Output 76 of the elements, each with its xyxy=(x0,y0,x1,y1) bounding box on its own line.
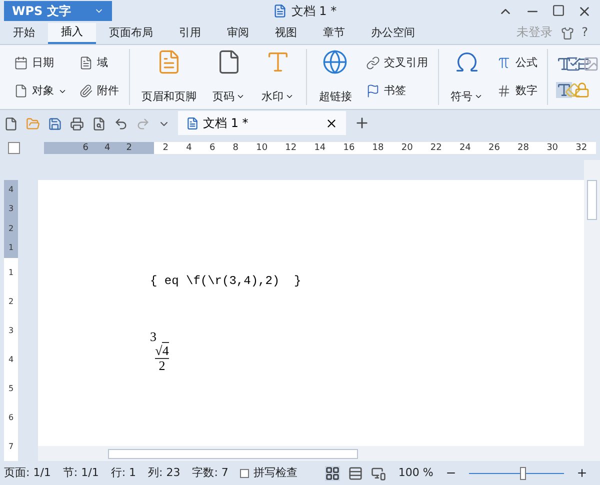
eraser-icon[interactable] xyxy=(564,82,581,98)
status-text: 字数: 7 xyxy=(192,464,228,481)
list-icon[interactable] xyxy=(574,56,590,72)
text-box-icon[interactable] xyxy=(556,56,572,72)
ribbon-button[interactable]: 书签 xyxy=(364,82,430,100)
print-preview-icon[interactable] xyxy=(92,117,106,131)
vertical-scrollbar[interactable] xyxy=(584,160,600,461)
menu-tab[interactable]: 视图 xyxy=(262,23,310,44)
ribbon-button[interactable]: 交叉引用 xyxy=(364,54,430,72)
button-label: 页码 xyxy=(212,88,246,105)
slider-thumb[interactable] xyxy=(520,466,526,480)
picture-icon[interactable] xyxy=(582,56,599,72)
status-text: 页面: 1/1 xyxy=(4,464,51,481)
menu-tab[interactable]: 页面布局 xyxy=(96,23,166,44)
ribbon-button[interactable]: 附件 xyxy=(77,82,121,100)
window-title: 文档 1 * xyxy=(291,3,337,20)
undo-icon[interactable] xyxy=(114,117,128,131)
close-icon[interactable] xyxy=(325,116,338,130)
zoom-in-icon[interactable] xyxy=(576,467,588,479)
ribbon-button[interactable]: 超链接 xyxy=(314,45,356,109)
ribbon-button[interactable]: 公式 xyxy=(495,54,540,72)
document-tab[interactable]: 文档 1 * xyxy=(178,111,346,135)
button-label: 水印 xyxy=(261,88,294,105)
file-icon xyxy=(14,84,28,98)
view-mode-icon[interactable] xyxy=(348,466,364,480)
ribbon-button[interactable]: 数字 xyxy=(495,82,540,100)
document-icon xyxy=(79,56,93,70)
status-text: 行: 1 xyxy=(110,464,136,481)
ribbon-button[interactable]: 域 xyxy=(77,54,121,72)
ribbon-button[interactable]: 页码 xyxy=(208,45,250,109)
equation: 3 √4 2 xyxy=(150,330,170,373)
menu-tab[interactable]: 章节 xyxy=(310,23,358,44)
ribbon-button[interactable]: 页眉和页脚 xyxy=(137,45,200,109)
help-button[interactable]: ? xyxy=(582,23,588,41)
save-icon[interactable] xyxy=(48,117,62,131)
menu-tab[interactable]: 开始 xyxy=(0,23,48,44)
menu-tab[interactable]: 插入 xyxy=(48,23,96,44)
new-tab-icon[interactable] xyxy=(354,115,370,131)
view-mode-icon[interactable] xyxy=(371,466,386,480)
calendar-icon xyxy=(14,56,28,70)
shirt-icon[interactable] xyxy=(560,27,574,40)
button-label: 超链接 xyxy=(318,88,352,104)
ribbon-button[interactable]: 水印 xyxy=(257,45,298,109)
zoom-percent: 100 % xyxy=(398,464,434,481)
spell-check-toggle[interactable]: 拼写检查 xyxy=(240,464,298,482)
radical: √4 xyxy=(155,344,169,359)
globe-icon xyxy=(322,49,348,75)
horizontal-scrollbar[interactable] xyxy=(38,446,584,461)
menu-tab[interactable]: 引用 xyxy=(166,23,214,44)
maximize-icon[interactable] xyxy=(552,4,565,16)
ribbon-button[interactable]: 日期 xyxy=(12,54,69,72)
view-mode-icon[interactable] xyxy=(325,466,340,480)
tab-stop-selector[interactable] xyxy=(8,142,20,154)
status-text: 列: 23 xyxy=(148,464,180,481)
paperclip-icon xyxy=(79,84,93,98)
horizontal-ruler: 6 4 2 2 4 6 8 10 12 14 16 18 20 22 24 26 28 30 32 xyxy=(44,142,596,154)
button-label: 符号 xyxy=(450,88,484,105)
menu-tab[interactable]: 办公空间 xyxy=(358,23,428,44)
ribbon-button[interactable]: 符号 xyxy=(446,45,488,109)
flag-icon xyxy=(366,84,380,98)
zoom-slider[interactable] xyxy=(469,466,564,480)
new-file-icon[interactable] xyxy=(4,117,18,131)
app-menu-button[interactable]: WPS 文字 xyxy=(4,1,112,21)
document-icon xyxy=(186,116,199,130)
checkbox-icon[interactable] xyxy=(564,56,581,72)
ribbon-button[interactable]: 对象 xyxy=(12,82,69,100)
button-label: 页眉和页脚 xyxy=(141,88,196,104)
text-icon[interactable] xyxy=(556,82,572,98)
document-icon xyxy=(273,4,288,18)
pi-icon xyxy=(497,56,512,70)
status-text: 节: 1/1 xyxy=(62,464,99,481)
menu-tab[interactable]: 审阅 xyxy=(214,23,262,44)
hash-icon xyxy=(497,84,512,98)
field-code: { eq \f(\r(3,4),2) } xyxy=(150,273,302,290)
link-icon xyxy=(366,56,380,70)
print-icon[interactable] xyxy=(70,117,84,131)
